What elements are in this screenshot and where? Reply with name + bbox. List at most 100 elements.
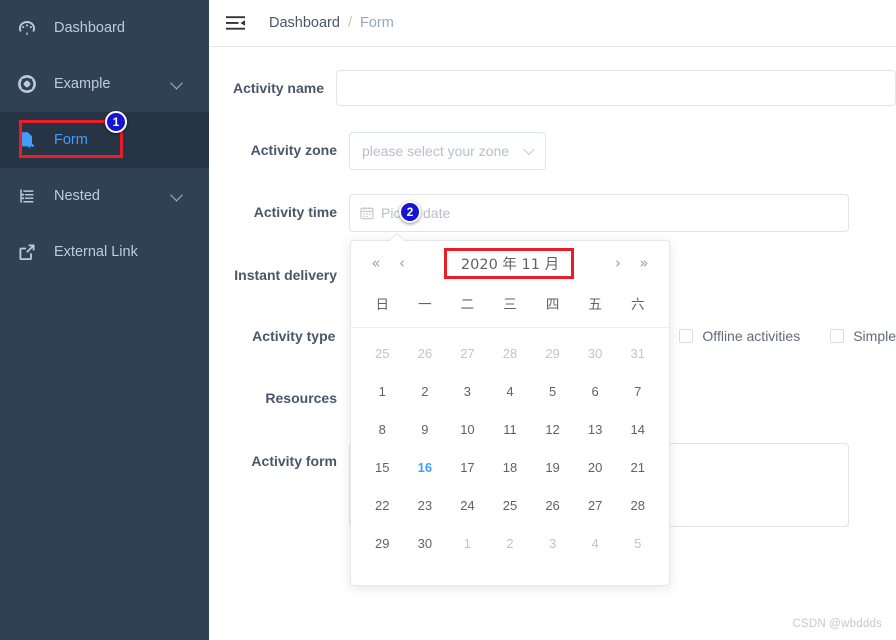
date-cell[interactable]: 4 bbox=[574, 524, 617, 562]
date-cell[interactable]: 2 bbox=[489, 524, 532, 562]
checkbox-label: Offline activities bbox=[702, 328, 801, 344]
date-cell[interactable]: 23 bbox=[404, 486, 447, 524]
date-cell[interactable]: 3 bbox=[446, 372, 489, 410]
checkbox-simple[interactable]: Simple bbox=[830, 318, 896, 354]
document-edit-icon bbox=[16, 129, 38, 151]
date-cell[interactable]: 28 bbox=[489, 334, 532, 372]
chevron-down-icon bbox=[170, 188, 183, 202]
breadcrumb: Dashboard / Form bbox=[269, 15, 394, 31]
date-cell[interactable]: 12 bbox=[531, 410, 574, 448]
next-year-button[interactable]: » bbox=[631, 255, 657, 271]
activity-zone-select[interactable]: please select your zone bbox=[349, 132, 546, 170]
date-cell[interactable]: 1 bbox=[361, 372, 404, 410]
watermark: CSDN @wbddds bbox=[792, 618, 882, 630]
label-activity-name: Activity name bbox=[232, 80, 324, 96]
date-cell[interactable]: 29 bbox=[531, 334, 574, 372]
date-cell[interactable]: 22 bbox=[361, 486, 404, 524]
date-cell[interactable]: 26 bbox=[404, 334, 447, 372]
date-cell[interactable]: 1 bbox=[446, 524, 489, 562]
control-activity-time: Pick a date bbox=[349, 194, 849, 232]
checkbox-box-icon bbox=[830, 329, 845, 343]
form-row-activity-zone: Activity zone please select your zone bbox=[209, 132, 896, 170]
date-picker-day-grid: 25 26 27 28 29 30 31 1 2 3 4 5 6 7 8 9 10 11 12 13 14 15 16 17 1… bbox=[351, 328, 669, 562]
label-activity-time: Activity time bbox=[253, 204, 337, 220]
date-cell[interactable]: 20 bbox=[574, 448, 617, 486]
date-cell[interactable]: 29 bbox=[361, 524, 404, 562]
date-cell[interactable]: 4 bbox=[489, 372, 532, 410]
date-cell[interactable]: 30 bbox=[404, 524, 447, 562]
checkbox-label: Simple bbox=[853, 328, 896, 344]
date-cell[interactable]: 8 bbox=[361, 410, 404, 448]
date-picker-weekday-row: 日一二三四五六 bbox=[351, 285, 669, 328]
date-cell[interactable]: 7 bbox=[616, 372, 659, 410]
date-cell[interactable]: 24 bbox=[446, 486, 489, 524]
date-cell[interactable]: 28 bbox=[616, 486, 659, 524]
form-row-activity-time: Activity time Pick a date bbox=[209, 194, 896, 232]
date-cell[interactable]: 19 bbox=[531, 448, 574, 486]
weekday-header: 日 bbox=[375, 297, 390, 313]
top-header: Dashboard / Form bbox=[209, 0, 896, 47]
list-tree-icon bbox=[16, 185, 38, 207]
control-activity-name bbox=[336, 70, 896, 106]
breadcrumb-separator: / bbox=[347, 15, 352, 31]
date-cell[interactable]: 11 bbox=[489, 410, 532, 448]
date-cell[interactable]: 13 bbox=[574, 410, 617, 448]
sidebar-item-dashboard[interactable]: Dashboard bbox=[0, 0, 209, 56]
date-cell[interactable]: 6 bbox=[574, 372, 617, 410]
date-cell[interactable]: 5 bbox=[531, 372, 574, 410]
date-cell[interactable]: 30 bbox=[574, 334, 617, 372]
date-picker-popup: « ‹ 2020 年 11 月 › » 日一二三四五六 25 26 27 28 29 30… bbox=[350, 232, 670, 586]
weekday-header: 六 bbox=[630, 297, 645, 313]
sidebar-item-label: Form bbox=[54, 132, 88, 148]
date-cell[interactable]: 14 bbox=[616, 410, 659, 448]
chevron-down-icon bbox=[523, 143, 535, 156]
prev-month-button[interactable]: ‹ bbox=[389, 255, 415, 271]
date-cell[interactable]: 31 bbox=[616, 334, 659, 372]
date-cell[interactable]: 18 bbox=[489, 448, 532, 486]
date-picker-title[interactable]: 2020 年 11 月 bbox=[415, 253, 605, 274]
weekday-header: 三 bbox=[503, 297, 517, 313]
activity-time-date-input[interactable]: Pick a date bbox=[349, 194, 849, 232]
sidebar-item-label: Dashboard bbox=[54, 20, 125, 36]
date-cell[interactable]: 5 bbox=[616, 524, 659, 562]
date-cell[interactable]: 21 bbox=[616, 448, 659, 486]
hamburger-collapse-icon[interactable] bbox=[225, 12, 247, 34]
weekday-header: 二 bbox=[460, 297, 475, 313]
lifebuoy-icon bbox=[16, 73, 38, 95]
weekday-header: 四 bbox=[545, 297, 560, 313]
dashboard-gauge-icon bbox=[16, 17, 38, 39]
sidebar-item-label: Nested bbox=[54, 188, 100, 204]
next-month-button[interactable]: › bbox=[605, 255, 631, 271]
external-link-icon bbox=[16, 241, 38, 263]
breadcrumb-item-dashboard[interactable]: Dashboard bbox=[269, 15, 340, 31]
date-cell[interactable]: 2 bbox=[404, 372, 447, 410]
weekday-header: 一 bbox=[418, 297, 432, 313]
activity-name-input[interactable] bbox=[336, 70, 896, 106]
date-cell[interactable]: 25 bbox=[489, 486, 532, 524]
date-cell[interactable]: 3 bbox=[531, 524, 574, 562]
label-activity-type: Activity type bbox=[252, 328, 336, 344]
sidebar-item-label: Example bbox=[54, 76, 111, 92]
sidebar-item-nested[interactable]: Nested bbox=[0, 168, 209, 224]
date-cell[interactable]: 25 bbox=[361, 334, 404, 372]
date-cell[interactable]: 9 bbox=[404, 410, 447, 448]
date-cell[interactable]: 27 bbox=[446, 334, 489, 372]
date-picker-header: « ‹ 2020 年 11 月 › » bbox=[351, 241, 669, 285]
chevron-down-icon bbox=[170, 76, 183, 90]
weekday-header: 五 bbox=[588, 297, 602, 313]
date-cell[interactable]: 26 bbox=[531, 486, 574, 524]
label-activity-zone: Activity zone bbox=[250, 142, 337, 158]
prev-year-button[interactable]: « bbox=[363, 255, 389, 271]
date-cell[interactable]: 15 bbox=[361, 448, 404, 486]
label-instant-delivery: Instant delivery bbox=[234, 267, 337, 283]
date-cell[interactable]: 10 bbox=[446, 410, 489, 448]
date-cell[interactable]: 16 bbox=[404, 448, 447, 486]
checkbox-offline-activities[interactable]: Offline activities bbox=[679, 318, 800, 354]
sidebar-item-example[interactable]: Example bbox=[0, 56, 209, 112]
sidebar-item-external-link[interactable]: External Link bbox=[0, 224, 209, 280]
annotation-badge-2: 2 bbox=[399, 201, 421, 223]
annotation-badge-1: 1 bbox=[105, 111, 127, 133]
app-window: Dashboard Example Form Nested External L… bbox=[0, 0, 896, 640]
date-cell[interactable]: 17 bbox=[446, 448, 489, 486]
date-cell[interactable]: 27 bbox=[574, 486, 617, 524]
